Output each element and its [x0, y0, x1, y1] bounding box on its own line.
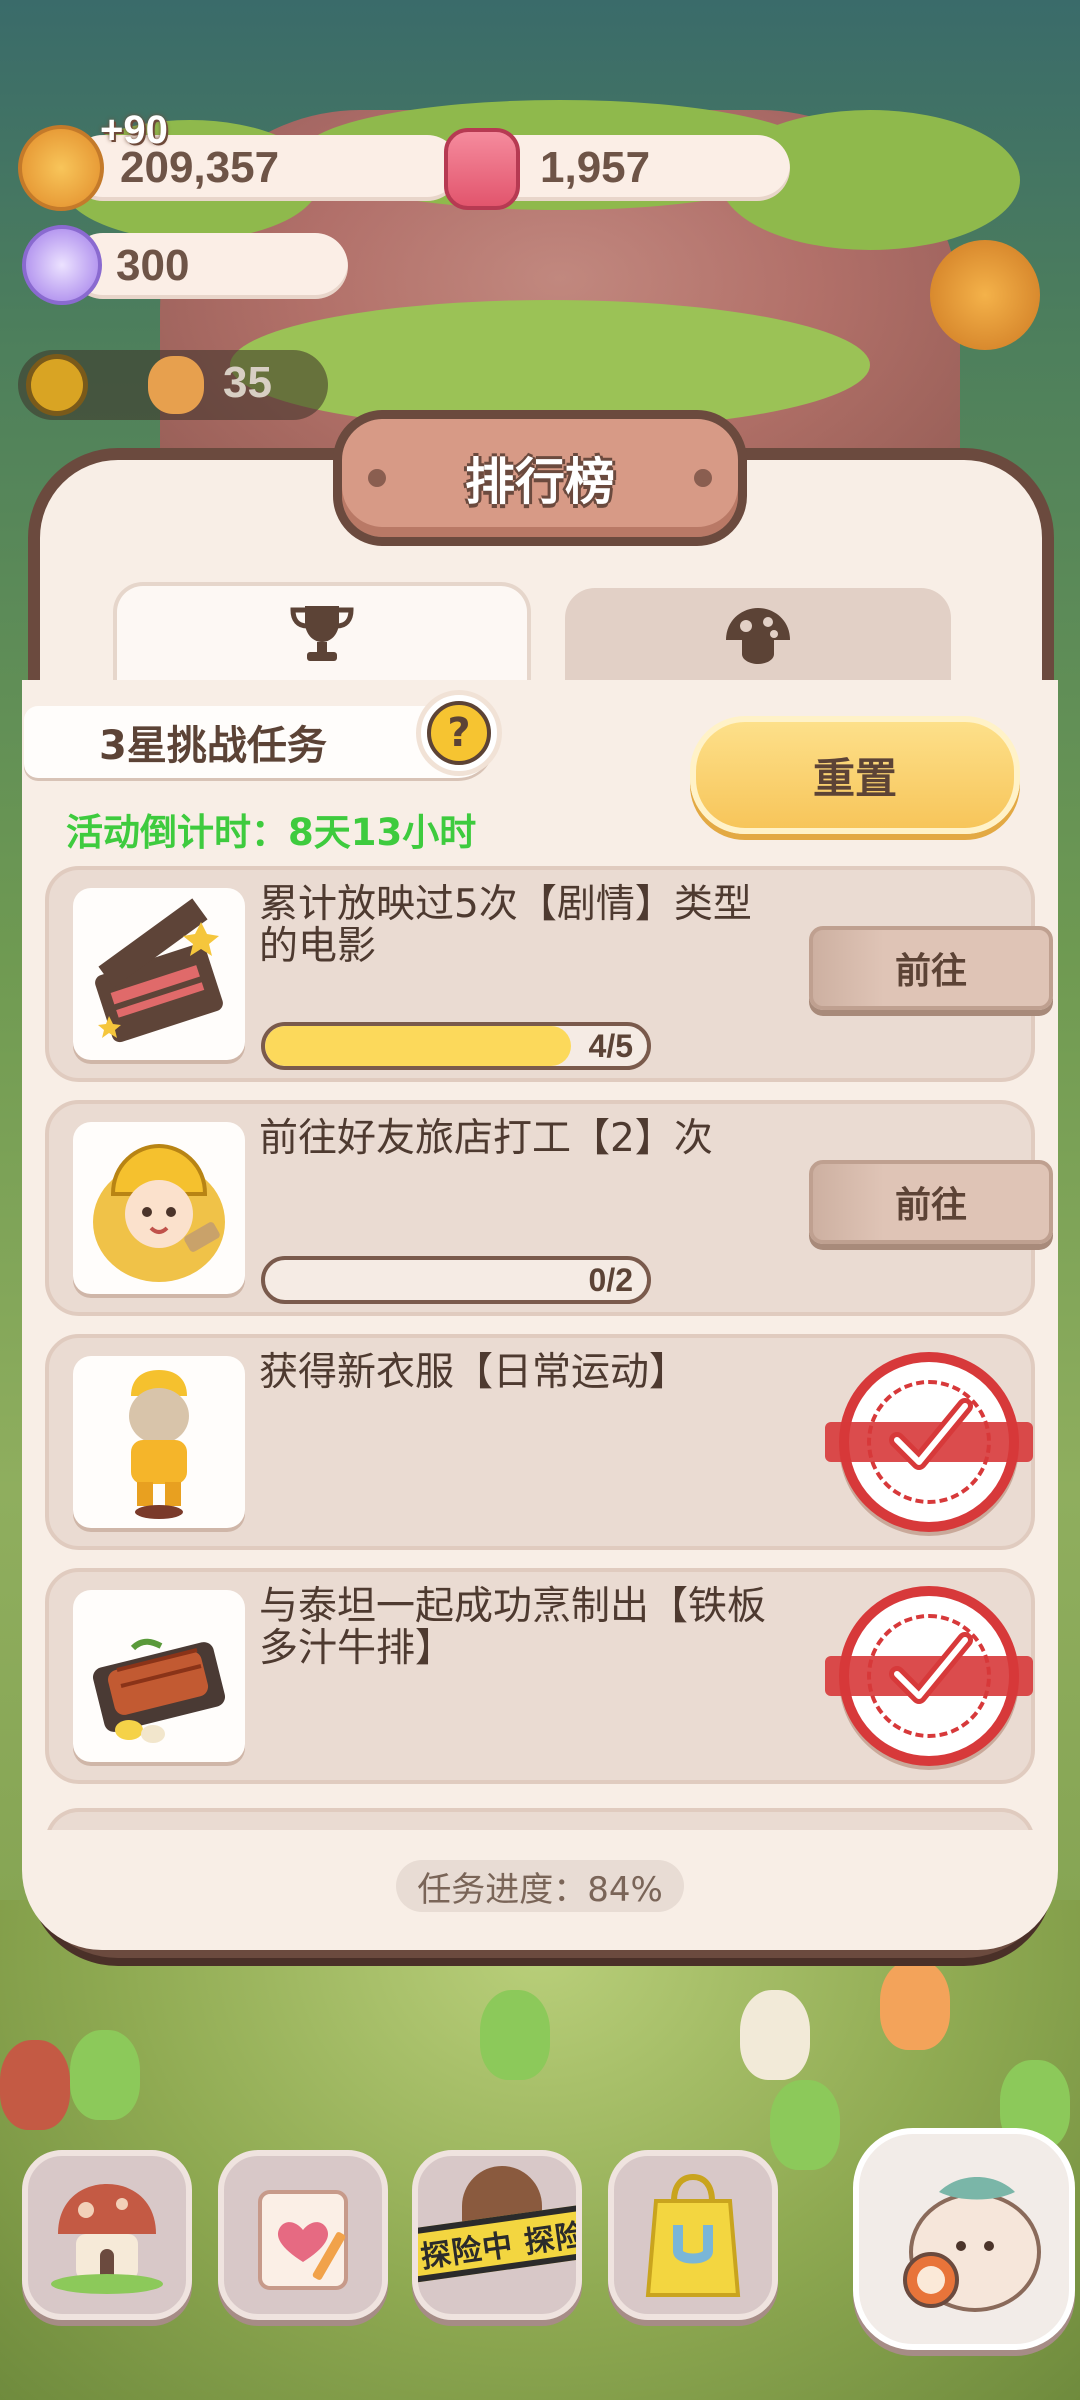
- clapperboard-icon: [73, 888, 245, 1060]
- progress-fill: [265, 1026, 571, 1066]
- nav-diary-button[interactable]: [218, 2150, 388, 2320]
- candy-currency-pill[interactable]: 300: [70, 233, 348, 299]
- nav-shop-button[interactable]: [608, 2150, 778, 2320]
- nav-character-button[interactable]: [853, 2128, 1075, 2350]
- npc-character: [740, 1990, 810, 2080]
- checkmark-icon: [889, 1632, 973, 1704]
- checkmark-icon: [889, 1398, 973, 1470]
- progress-label: 0/2: [588, 1262, 633, 1298]
- go-button-label: 前往: [894, 1185, 967, 1226]
- mushroom-icon: [726, 608, 790, 664]
- coin-count: 35: [223, 358, 272, 407]
- outfit-character-icon: [73, 1356, 245, 1528]
- question-icon: ?: [427, 701, 491, 765]
- task-description: 累计放映过5次【剧情】类型的电影: [259, 882, 752, 969]
- npc-character: [770, 2080, 840, 2170]
- go-button-label: 前往: [894, 951, 967, 992]
- plaque-rivet: [368, 469, 386, 487]
- npc-character: [880, 1960, 950, 2050]
- npc-character: [0, 2040, 70, 2130]
- task-card: 获得新衣服【日常运动】: [45, 1334, 1035, 1550]
- house-icon: [51, 2184, 163, 2294]
- gem-count: 1,957: [540, 143, 651, 192]
- plaque-rivet: [694, 469, 712, 487]
- go-button[interactable]: 前往: [809, 926, 1053, 1010]
- task-description: 前往好友旅店打工【2】次: [259, 1116, 713, 1161]
- task-card: 前往好友旅店打工【2】次 0/2 前往: [45, 1100, 1053, 1316]
- completed-stamp-icon: [825, 1586, 1033, 1766]
- trophy-icon: [290, 606, 354, 661]
- go-button[interactable]: 前往: [809, 1160, 1053, 1244]
- fish-character-icon: [903, 2177, 1041, 2312]
- worker-character-icon: [73, 1122, 245, 1294]
- task-card: 与泰坦一起成功烹制出【铁板多汁牛排】: [45, 1568, 1035, 1784]
- modal-title-plaque: 排行榜: [333, 410, 747, 546]
- tab-mushroom[interactable]: [565, 588, 951, 684]
- help-button[interactable]: ?: [416, 690, 502, 776]
- candy-icon: [22, 225, 102, 305]
- progress-label: 4/5: [588, 1028, 633, 1064]
- event-countdown: 活动倒计时：8天13小时: [66, 811, 477, 854]
- task-progress-bar: 0/2: [261, 1256, 651, 1304]
- candy-count: 300: [116, 241, 190, 290]
- gear-cookie-icon[interactable]: [930, 240, 1040, 350]
- reset-button[interactable]: 重置: [690, 716, 1020, 834]
- tab-trophy[interactable]: [113, 582, 531, 682]
- steak-plate-icon: [73, 1590, 245, 1762]
- coin-row: 35: [18, 350, 328, 420]
- task-progress-summary: 任务进度：84%: [396, 1860, 684, 1912]
- gem-jar-icon: [444, 128, 520, 210]
- nav-home-button[interactable]: [22, 2150, 192, 2320]
- npc-character: [480, 1990, 550, 2080]
- completed-stamp-icon: [825, 1352, 1033, 1532]
- modal-title: 排行榜: [465, 453, 615, 511]
- npc-character: [70, 2030, 140, 2120]
- task-description: 与泰坦一起成功烹制出【铁板多汁牛排】: [259, 1584, 767, 1671]
- reset-button-label: 重置: [812, 753, 897, 803]
- cookie-bonus: +90: [100, 108, 168, 152]
- cookie-character-icon: [148, 356, 204, 414]
- nav-explore-button[interactable]: 探险中 探险: [412, 2150, 582, 2320]
- task-progress-bar: 4/5: [261, 1022, 651, 1070]
- cookie-icon: [18, 125, 104, 211]
- shop-bag-icon: [645, 2173, 741, 2297]
- diary-icon: [258, 2190, 348, 2290]
- challenge-label-text: 3星挑战任务: [99, 723, 327, 769]
- task-description: 获得新衣服【日常运动】: [259, 1350, 689, 1395]
- task-card: 累计放映过5次【剧情】类型的电影 4/5 前往: [45, 866, 1053, 1082]
- sun-coin-icon: [26, 354, 88, 416]
